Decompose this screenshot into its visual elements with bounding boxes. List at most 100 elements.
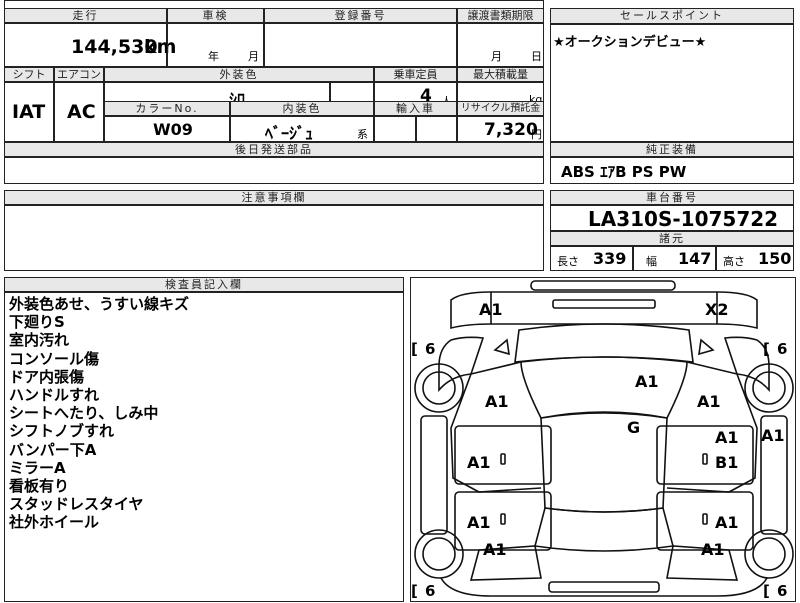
aircon-header: エアコン xyxy=(54,67,104,82)
import-cell-2 xyxy=(416,116,457,142)
tire-label-front-right: 6 xyxy=(777,340,788,358)
tire-label-front-left-open: [ xyxy=(411,340,418,358)
interior-color-value: ﾍﾞｰｼﾞｭ xyxy=(265,124,314,143)
rear-bumper-shape xyxy=(440,577,768,597)
mark-right-door-rear-upper: B1 xyxy=(715,453,739,472)
left-side-shape xyxy=(450,361,542,493)
recycle-cell: 7,320 円 xyxy=(457,116,544,142)
mark-right-body-side: A1 xyxy=(761,426,785,445)
mark-right-rear-quarter: A1 xyxy=(701,540,725,559)
sales-point-text: ★オークションデビュー★ xyxy=(553,35,707,50)
right-side-shape xyxy=(666,361,758,493)
registration-header: 登録番号 xyxy=(264,8,457,23)
length-value: 339 xyxy=(593,249,627,268)
inspector-note: 社外ホイール xyxy=(9,513,100,532)
interior-color-cell: ﾍﾞｰｼﾞｭ 系 xyxy=(230,116,374,143)
color-no-cell: W09 xyxy=(104,116,230,142)
mark-front-left: A1 xyxy=(479,300,503,319)
left-side-skirt-shape xyxy=(420,415,448,535)
tire-label-front-left: 6 xyxy=(425,340,436,358)
mileage-header: 走行 xyxy=(4,8,167,23)
mark-roof: G xyxy=(627,418,641,437)
recycle-unit: 円 xyxy=(531,128,542,141)
tire-label-rear-left: 6 xyxy=(425,582,436,600)
roof-shape xyxy=(540,412,668,513)
recycle-header: リサイクル預託金 xyxy=(457,101,544,116)
width-cell: 幅 147 xyxy=(633,246,716,271)
inspector-header: 検査員記入欄 xyxy=(4,277,404,292)
tire-label-front-right-open: [ xyxy=(763,340,770,358)
specs-header: 諸元 xyxy=(550,231,794,246)
inspector-note: バンパー下A xyxy=(9,440,97,459)
mark-left-door-front: A1 xyxy=(467,453,491,472)
inspector-note: 下廻りS xyxy=(9,313,65,332)
caution-box xyxy=(4,205,544,271)
mark-right-door-rear: A1 xyxy=(715,513,739,532)
transfer-month-label: 月 xyxy=(491,50,502,63)
rear-panel-slot xyxy=(548,581,660,593)
aircon-cell: AC xyxy=(54,82,104,142)
inspector-note: ドア内張傷 xyxy=(9,367,85,386)
height-cell: 高さ 150 xyxy=(716,246,794,271)
inspector-notes-list: 外装色あせ、うすい線キズ 下廻りS 室内汚れ コンソール傷 ドア内張傷 ハンドル… xyxy=(9,295,399,532)
shift-header: シフト xyxy=(4,67,54,82)
front-panel-slot xyxy=(552,299,656,309)
genuine-equipment-box: ABS ｴｱB PS PW xyxy=(550,157,794,184)
capacity-header: 乗車定員 xyxy=(374,67,457,82)
inspector-note: 室内汚れ xyxy=(9,331,70,350)
import-cell-1 xyxy=(374,116,416,142)
inspection-month-label: 月 xyxy=(248,50,259,63)
transfer-day-label: 日 xyxy=(531,50,542,63)
sales-point-box: ★オークションデビュー★ xyxy=(550,24,794,142)
inspector-note: シフトノブすれ xyxy=(9,422,115,441)
genuine-equipment-text: ABS ｴｱB PS PW xyxy=(561,163,687,181)
inspector-note: コンソール傷 xyxy=(9,349,100,368)
recycle-value: 7,320 xyxy=(484,120,538,140)
length-cell: 長さ 339 xyxy=(550,246,633,271)
inspection-year-label: 年 xyxy=(208,50,219,63)
interior-color-suffix: 系 xyxy=(357,128,368,141)
color-no-value: W09 xyxy=(153,120,193,139)
later-parts-header: 後日発送部品 xyxy=(4,142,544,157)
caution-header: 注意事項欄 xyxy=(4,190,544,205)
mark-left-rear-quarter: A1 xyxy=(483,540,507,559)
inspector-note: シートへたり、しみ中 xyxy=(9,404,159,423)
shift-cell: IAT xyxy=(4,82,54,142)
later-parts-cell xyxy=(4,157,544,184)
chassis-value: LA310S-1075722 xyxy=(588,207,779,231)
genuine-equipment-header: 純正装備 xyxy=(550,142,794,157)
mark-left-fender: A1 xyxy=(485,392,509,411)
rear-window-shape xyxy=(533,507,675,552)
exterior-color-header: 外装色 xyxy=(104,67,374,82)
chassis-header: 車台番号 xyxy=(550,190,794,205)
tire-label-rear-right-open: [ xyxy=(763,582,770,600)
width-label: 幅 xyxy=(646,255,657,268)
length-label: 長さ xyxy=(557,255,579,268)
mark-hood: A1 xyxy=(635,372,659,391)
inspector-note: ミラーA xyxy=(9,458,66,477)
chassis-box: LA310S-1075722 xyxy=(550,205,794,231)
vehicle-diagram-box: [ 6 [ 6 [ 6 [ 6 A1 X2 A1 A1 A1 G A1 A1 A… xyxy=(410,277,796,602)
interior-color-header: 内装色 xyxy=(230,101,374,116)
shift-value: IAT xyxy=(12,101,46,123)
inspector-box: 外装色あせ、うすい線キズ 下廻りS 室内汚れ コンソール傷 ドア内張傷 ハンドル… xyxy=(4,292,404,602)
front-grille-shape xyxy=(530,280,676,291)
registration-cell xyxy=(264,23,457,67)
import-header: 輸入車 xyxy=(374,101,457,116)
load-header: 最大積載量 xyxy=(457,67,544,82)
transfer-doc-cell: 月 日 xyxy=(457,23,544,67)
mark-right-door-front: A1 xyxy=(715,428,739,447)
mark-left-door-rear: A1 xyxy=(467,513,491,532)
inspector-note: 外装色あせ、うすい線キズ xyxy=(9,295,190,313)
height-label: 高さ xyxy=(723,255,745,268)
left-front-fender-shape xyxy=(438,336,485,393)
inspector-note: ハンドルすれ xyxy=(9,386,100,405)
windshield-shape xyxy=(520,356,688,419)
vehicle-diagram xyxy=(414,280,794,597)
top-clipped-row xyxy=(4,0,544,8)
height-value: 150 xyxy=(758,249,792,268)
vehicle-info-table: 走行 車検 登録番号 譲渡書類期限 144,530 km 年 月 月 日 シフト… xyxy=(4,0,544,184)
inspector-note: スタッドレスタイヤ xyxy=(9,495,144,514)
aircon-value: AC xyxy=(67,101,96,123)
tire-label-rear-right: 6 xyxy=(777,582,788,600)
